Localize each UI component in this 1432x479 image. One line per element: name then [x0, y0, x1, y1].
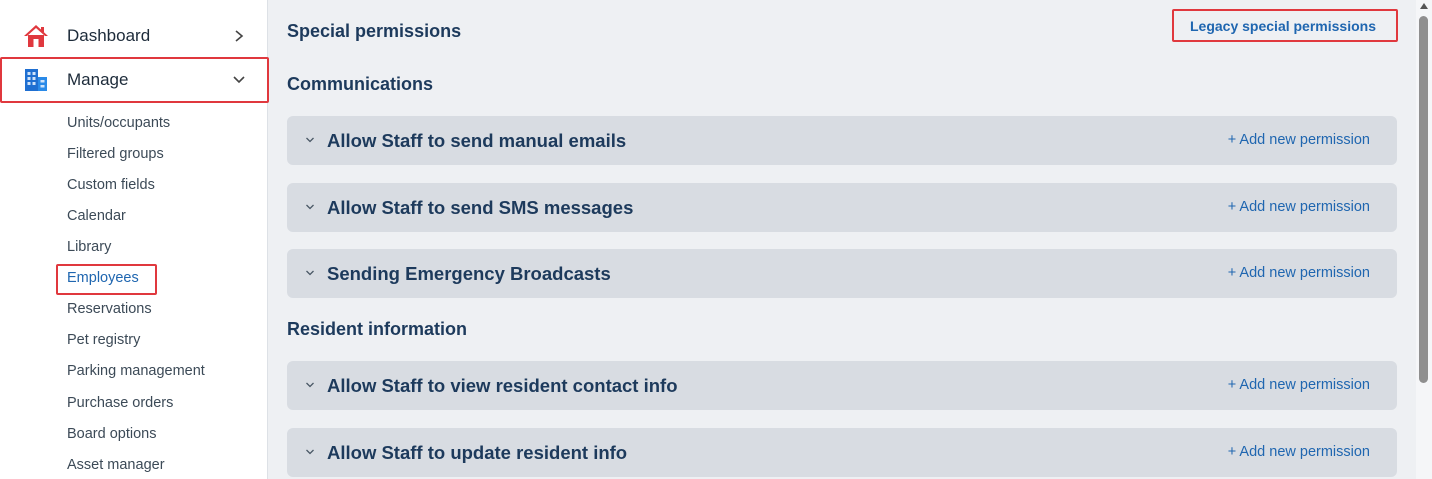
add-new-permission-link[interactable]: + Add new permission [1228, 132, 1370, 148]
home-icon [22, 22, 50, 50]
sidebar-item-board-options[interactable]: Board options [67, 425, 156, 443]
permission-row[interactable]: Allow Staff to update resident info + Ad… [287, 428, 1397, 477]
permission-label: Allow Staff to send SMS messages [327, 197, 634, 218]
chevron-down-icon [230, 71, 248, 89]
section-title-communications: Communications [287, 74, 434, 94]
chevron-down-icon[interactable] [303, 264, 317, 282]
chevron-down-icon[interactable] [303, 198, 317, 216]
sidebar-item-employees[interactable]: Employees [67, 269, 139, 287]
nav-label-manage: Manage [67, 70, 129, 89]
nav-item-manage[interactable]: Manage [0, 58, 268, 102]
nav-label-dashboard: Dashboard [67, 26, 151, 45]
legacy-special-permissions-link[interactable]: Legacy special permissions [1190, 18, 1376, 34]
permission-label: Allow Staff to update resident info [327, 442, 628, 463]
chevron-right-icon [230, 27, 248, 45]
sidebar-item-units-occupants[interactable]: Units/occupants [67, 114, 170, 132]
page-title: Special permissions [287, 21, 462, 41]
sidebar-item-parking-management[interactable]: Parking management [67, 362, 205, 380]
sidebar-item-purchase-orders[interactable]: Purchase orders [67, 394, 173, 412]
permission-row[interactable]: Allow Staff to view resident contact inf… [287, 361, 1397, 410]
vertical-scrollbar[interactable] [1416, 0, 1432, 479]
sidebar-item-reservations[interactable]: Reservations [67, 300, 152, 318]
permission-label: Allow Staff to view resident contact inf… [327, 375, 678, 396]
sidebar-item-filtered-groups[interactable]: Filtered groups [67, 145, 164, 163]
section-title-resident-information: Resident information [287, 319, 468, 339]
permission-label: Sending Emergency Broadcasts [327, 263, 611, 284]
sidebar-item-pet-registry[interactable]: Pet registry [67, 331, 140, 349]
main-content: Special permissions Legacy special permi… [269, 0, 1416, 479]
building-icon [22, 66, 50, 94]
sidebar-item-calendar[interactable]: Calendar [67, 207, 126, 225]
sidebar-item-asset-manager[interactable]: Asset manager [67, 456, 165, 474]
permission-row[interactable]: Allow Staff to send SMS messages + Add n… [287, 183, 1397, 232]
add-new-permission-link[interactable]: + Add new permission [1228, 199, 1370, 215]
permission-row[interactable]: Allow Staff to send manual emails + Add … [287, 116, 1397, 165]
add-new-permission-link[interactable]: + Add new permission [1228, 444, 1370, 460]
sidebar-item-library[interactable]: Library [67, 238, 111, 256]
permission-row[interactable]: Sending Emergency Broadcasts + Add new p… [287, 249, 1397, 298]
scroll-up-arrow-icon[interactable] [1420, 3, 1428, 9]
chevron-down-icon[interactable] [303, 376, 317, 394]
chevron-down-icon[interactable] [303, 131, 317, 149]
nav-item-dashboard[interactable]: Dashboard [0, 14, 268, 58]
add-new-permission-link[interactable]: + Add new permission [1228, 377, 1370, 393]
chevron-down-icon[interactable] [303, 443, 317, 461]
sidebar: Dashboard Manage Units/occupants Filtere… [0, 0, 269, 479]
permission-label: Allow Staff to send manual emails [327, 130, 627, 151]
sidebar-item-custom-fields[interactable]: Custom fields [67, 176, 155, 194]
add-new-permission-link[interactable]: + Add new permission [1228, 265, 1370, 281]
scrollbar-thumb[interactable] [1419, 16, 1428, 383]
